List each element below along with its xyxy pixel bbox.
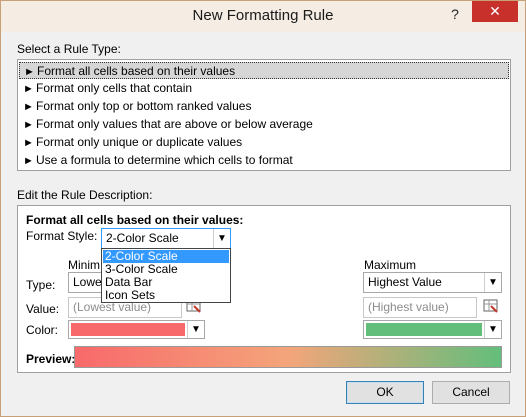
rule-type-item[interactable]: ► Format only top or bottom ranked values <box>19 98 509 115</box>
help-button[interactable]: ? <box>442 3 468 25</box>
rule-type-label: Format only top or bottom ranked values <box>36 99 252 113</box>
rule-type-list[interactable]: ► Format all cells based on their values … <box>17 59 511 171</box>
arrow-icon: ► <box>23 83 34 95</box>
minimum-color-picker[interactable]: ▼ <box>68 320 205 339</box>
cancel-button[interactable]: Cancel <box>432 381 510 404</box>
minimum-heading: Minim <box>68 258 100 272</box>
rule-type-item[interactable]: ► Format all cells based on their values <box>19 62 509 79</box>
title-bar: New Formatting Rule ? ✕ <box>1 1 525 32</box>
value-label: Value: <box>26 302 60 316</box>
rule-type-item[interactable]: ► Format only values that are above or be… <box>19 116 509 133</box>
new-formatting-rule-dialog: New Formatting Rule ? ✕ Select a Rule Ty… <box>0 0 526 417</box>
arrow-icon: ► <box>23 155 34 167</box>
arrow-icon: ► <box>23 101 34 113</box>
preview-gradient-bar <box>74 346 502 368</box>
arrow-icon: ► <box>24 66 35 78</box>
type-label: Type: <box>26 278 56 292</box>
rule-type-label: Format only cells that contain <box>36 81 193 95</box>
ok-button[interactable]: OK <box>346 381 424 404</box>
chevron-down-icon[interactable]: ▼ <box>484 273 501 292</box>
rule-type-label: Format only unique or duplicate values <box>36 135 243 149</box>
rule-type-label: Use a formula to determine which cells t… <box>36 153 293 167</box>
minimum-color-swatch <box>71 323 185 336</box>
color-label: Color: <box>26 323 59 337</box>
rule-type-label: Format only values that are above or bel… <box>36 117 313 131</box>
dropdown-option[interactable]: Icon Sets <box>103 289 229 302</box>
maximum-color-picker[interactable]: ▼ <box>363 320 502 339</box>
chevron-down-icon[interactable]: ▼ <box>484 321 501 338</box>
maximum-color-swatch <box>366 323 482 336</box>
rule-type-item[interactable]: ► Use a formula to determine which cells … <box>19 152 509 169</box>
range-select-icon[interactable] <box>481 298 501 317</box>
maximum-type-value: Highest Value <box>368 275 442 289</box>
rule-description-heading: Edit the Rule Description: <box>17 188 153 202</box>
arrow-icon: ► <box>23 119 34 131</box>
maximum-heading: Maximum <box>364 258 417 272</box>
rule-type-item[interactable]: ► Format only unique or duplicate values <box>19 134 509 151</box>
chevron-down-icon[interactable]: ▼ <box>187 321 204 338</box>
preview-label: Preview: <box>26 352 76 366</box>
rule-type-label: Format all cells based on their values <box>37 64 236 78</box>
chevron-down-icon[interactable]: ▼ <box>213 229 230 248</box>
maximum-value-input[interactable]: (Highest value) <box>363 297 477 318</box>
close-button[interactable]: ✕ <box>472 1 518 22</box>
arrow-icon: ► <box>23 137 34 149</box>
format-style-dropdown[interactable]: 2-Color Scale 3-Color Scale Data Bar Ico… <box>101 248 231 303</box>
format-style-value: 2-Color Scale <box>106 231 179 245</box>
maximum-type-select[interactable]: Highest Value ▼ <box>363 272 502 293</box>
format-style-select[interactable]: 2-Color Scale ▼ <box>101 228 231 249</box>
format-style-label: Format Style: <box>26 229 98 243</box>
rule-type-heading: Select a Rule Type: <box>17 42 121 56</box>
rule-type-item[interactable]: ► Format only cells that contain <box>19 80 509 97</box>
description-subheading: Format all cells based on their values: <box>26 213 244 227</box>
